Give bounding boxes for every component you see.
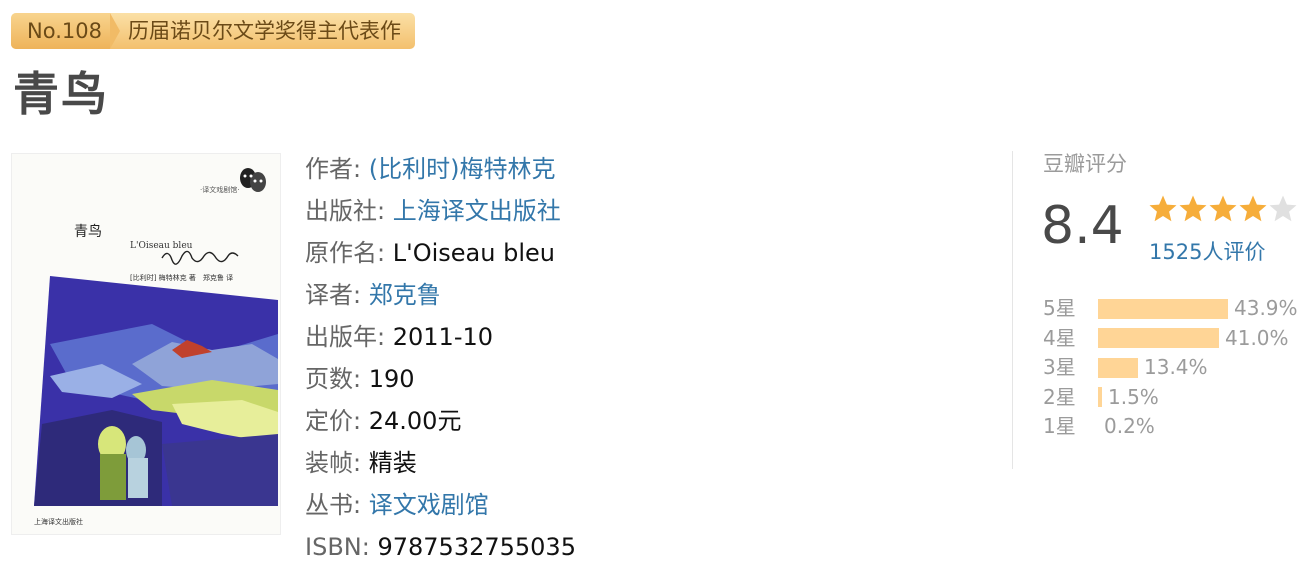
info-label: 原作名: xyxy=(305,239,386,267)
star-icon xyxy=(1149,195,1177,222)
book-info: 作者: (比利时)梅特林克 出版社: 上海译文出版社 原作名: L'Oiseau b… xyxy=(305,148,576,562)
info-row: 定价: 24.00元 xyxy=(305,400,576,442)
info-row: 原作名: L'Oiseau bleu xyxy=(305,232,576,274)
info-value: 2011-10 xyxy=(392,323,494,351)
rating-dist-label: 3星 xyxy=(1043,355,1076,379)
star-icon xyxy=(1179,195,1207,222)
rating-dist-row: 3星 13.4% xyxy=(1043,353,1298,383)
info-label: 定价: xyxy=(305,407,362,435)
rank-badge[interactable]: No.108 历届诺贝尔文学奖得主代表作 xyxy=(11,13,415,49)
info-value: L'Oiseau bleu xyxy=(392,239,555,267)
rating-dist-row: 2星 1.5% xyxy=(1043,383,1298,413)
rating-dist-bar xyxy=(1098,328,1219,349)
info-label: 丛书: xyxy=(305,491,362,519)
rank-label: 历届诺贝尔文学奖得主代表作 xyxy=(127,19,401,43)
book-cover[interactable]: ·译文戏剧馆· 青鸟 L'Oiseau bleu [比利时] 梅特林克 著 郑克… xyxy=(11,153,281,535)
info-row: 页数: 190 xyxy=(305,358,576,400)
star-icon xyxy=(1209,195,1237,222)
cover-title: 青鸟 xyxy=(74,224,102,240)
rating-stars xyxy=(1148,194,1298,224)
info-row: 译者: 郑克鲁 xyxy=(305,274,576,316)
cover-credit: [比利时] 梅特林克 著 郑克鲁 译 xyxy=(130,273,233,282)
star-icon xyxy=(1239,195,1267,222)
rating-dist-label: 5星 xyxy=(1043,296,1076,320)
rating-dist-percent: 0.2% xyxy=(1104,414,1155,438)
rating-votes-link[interactable]: 1525人评价 xyxy=(1149,236,1265,266)
info-row: 出版年: 2011-10 xyxy=(305,316,576,358)
cover-artwork: ·译文戏剧馆· 青鸟 L'Oiseau bleu [比利时] 梅特林克 著 郑克… xyxy=(12,154,280,534)
info-row: 出版社: 上海译文出版社 xyxy=(305,190,576,232)
info-row: 丛书: 译文戏剧馆 xyxy=(305,484,576,526)
divider xyxy=(1012,151,1013,469)
info-link[interactable]: (比利时)梅特林克 xyxy=(369,155,556,183)
rating-dist-percent: 43.9% xyxy=(1234,296,1298,320)
info-label: ISBN: xyxy=(305,533,370,561)
rating-dist-row: 5星 43.9% xyxy=(1043,294,1298,324)
page-title: 青鸟 xyxy=(13,67,109,121)
info-link[interactable]: 郑克鲁 xyxy=(369,281,441,309)
info-label: 装帧: xyxy=(305,449,362,477)
cover-painting xyxy=(34,276,278,506)
info-label: 译者: xyxy=(305,281,362,309)
info-row: 装帧: 精装 xyxy=(305,442,576,484)
rating-dist-percent: 13.4% xyxy=(1144,355,1208,379)
rating-dist-label: 1星 xyxy=(1043,414,1076,438)
rating-dist-row: 4星 41.0% xyxy=(1043,324,1298,354)
info-link[interactable]: 译文戏剧馆 xyxy=(369,491,489,519)
rating-dist-percent: 41.0% xyxy=(1225,325,1289,350)
cover-publisher: 上海译文出版社 xyxy=(34,517,83,526)
rating-dist-percent: 1.5% xyxy=(1108,384,1159,409)
info-value: 24.00元 xyxy=(368,407,462,435)
info-row: ISBN: 9787532755035 xyxy=(305,526,576,562)
rating-dist-row: 1星 0.2% xyxy=(1043,412,1298,442)
info-label: 出版社: xyxy=(305,197,386,225)
cover-subtitle: L'Oiseau bleu xyxy=(130,241,193,251)
rating-dist-bar xyxy=(1098,357,1138,378)
rank-number: No.108 xyxy=(11,13,120,49)
info-link[interactable]: 上海译文出版社 xyxy=(393,197,561,225)
info-value: 9787532755035 xyxy=(377,533,576,561)
info-label: 出版年: xyxy=(305,323,386,351)
rating-dist-bar xyxy=(1098,298,1228,319)
star-icon xyxy=(1269,195,1297,222)
rating-distribution: 5星 43.9% 4星 41.0% 3星 13.4% 2星 1.5% 1星 0.2% xyxy=(1043,294,1298,442)
info-value: 190 xyxy=(368,365,415,393)
rating-dist-label: 4星 xyxy=(1043,325,1076,350)
rating-score: 8.4 xyxy=(1041,196,1124,256)
info-value: 精装 xyxy=(368,449,417,477)
rating-title: 豆瓣评分 xyxy=(1043,152,1127,176)
info-label: 作者: xyxy=(305,155,362,183)
info-label: 页数: xyxy=(305,365,362,393)
info-row: 作者: (比利时)梅特林克 xyxy=(305,148,576,190)
rating-dist-bar xyxy=(1098,387,1102,408)
cover-series-mark: ·译文戏剧馆· xyxy=(200,185,239,194)
rating-dist-label: 2星 xyxy=(1043,384,1076,409)
